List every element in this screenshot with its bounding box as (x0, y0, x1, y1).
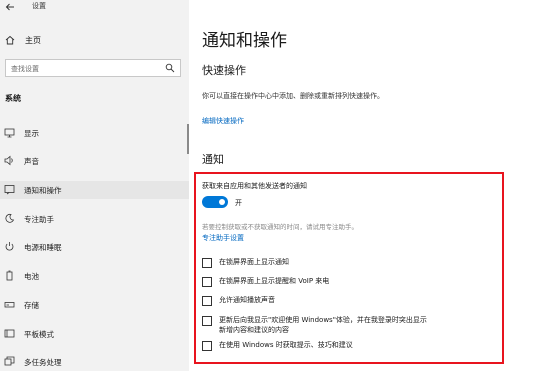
sidebar-item-label: 多任务处理 (24, 358, 62, 367)
focus-assist-settings-link[interactable]: 专注助手设置 (202, 233, 244, 243)
option-label: 在锁屏界面上显示提醒和 VoIP 来电 (219, 277, 330, 285)
option-label-line2: 新增内容和建议的内容 (219, 326, 289, 334)
home-icon (5, 35, 15, 45)
section-heading: 系统 (5, 94, 21, 103)
battery-icon (6, 270, 13, 281)
search-icon (165, 63, 175, 73)
multitask-icon (4, 356, 15, 366)
get-notifications-label: 获取来自应用和其他发送者的通知 (202, 182, 307, 190)
back-arrow-icon[interactable] (5, 2, 15, 12)
sidebar-item-sound[interactable]: 声音 (0, 152, 189, 170)
sidebar-item-label: 存储 (24, 301, 39, 310)
sidebar-item-power-sleep[interactable]: 电源和睡眠 (0, 238, 189, 256)
monitor-icon (4, 128, 15, 138)
sidebar-item-storage[interactable]: 存储 (0, 296, 189, 314)
sidebar-item-tablet-mode[interactable]: 平板模式 (0, 325, 189, 343)
search-input[interactable]: 查找设置 (5, 59, 181, 77)
checkbox[interactable] (202, 258, 212, 268)
checkbox[interactable] (202, 296, 212, 306)
sidebar-item-focus-assist[interactable]: 专注助手 (0, 210, 189, 228)
page-title: 通知和操作 (202, 31, 287, 51)
sidebar-item-notifications[interactable]: 通知和操作 (0, 181, 189, 199)
main-content: 通知和操作 快速操作 你可以直接在操作中心中添加、删除或重新排列快速操作。 编辑… (189, 0, 554, 371)
notifications-toggle[interactable] (202, 196, 228, 208)
option-label: 在锁屏界面上显示通知 (219, 258, 289, 266)
checkbox[interactable] (202, 341, 212, 351)
speaker-icon (4, 155, 13, 166)
sidebar-item-label: 主页 (25, 36, 41, 45)
sidebar: 设置 主页 查找设置 系统 显示 声音 通知和操作 专注助手 电源和睡眠 电池 … (0, 0, 189, 371)
option-label: 更新后向我显示"欢迎使用 Windows"体验，并在我登录时突出显示 (219, 316, 427, 324)
search-placeholder: 查找设置 (11, 65, 39, 73)
sidebar-item-label: 平板模式 (24, 330, 54, 339)
title-bar: 设置 (0, 0, 189, 14)
power-icon (5, 242, 14, 251)
sidebar-item-display[interactable]: 显示 (0, 124, 189, 142)
notification-icon (4, 185, 15, 195)
notifications-heading: 通知 (202, 153, 224, 166)
storage-icon (4, 302, 15, 308)
tablet-icon (4, 329, 15, 338)
sidebar-item-battery[interactable]: 电池 (0, 267, 189, 285)
edit-quick-actions-link[interactable]: 编辑快速操作 (202, 116, 244, 126)
option-label: 允许通知播放声音 (219, 296, 275, 304)
sidebar-item-label: 电源和睡眠 (24, 243, 62, 252)
checkbox[interactable] (202, 277, 212, 287)
focus-assist-hint: 若要控制获取或不获取通知的时间，请试用专注助手。 (202, 223, 358, 231)
sidebar-item-label: 声音 (24, 157, 39, 166)
moon-icon (5, 213, 15, 223)
window-title: 设置 (32, 2, 46, 10)
sidebar-item-label: 专注助手 (24, 215, 54, 224)
quick-actions-heading: 快速操作 (202, 64, 246, 77)
toggle-knob (219, 199, 225, 205)
sidebar-item-label: 电池 (24, 272, 39, 281)
quick-actions-description: 你可以直接在操作中心中添加、删除或重新排列快速操作。 (202, 92, 384, 100)
sidebar-item-label: 通知和操作 (24, 186, 62, 195)
toggle-state-label: 开 (235, 199, 242, 207)
checkbox[interactable] (202, 316, 212, 326)
sidebar-item-multitasking[interactable]: 多任务处理 (0, 353, 189, 371)
sidebar-item-home[interactable]: 主页 (0, 31, 189, 49)
sidebar-item-label: 显示 (24, 129, 39, 138)
option-label: 在使用 Windows 时获取提示、技巧和建议 (219, 341, 353, 349)
